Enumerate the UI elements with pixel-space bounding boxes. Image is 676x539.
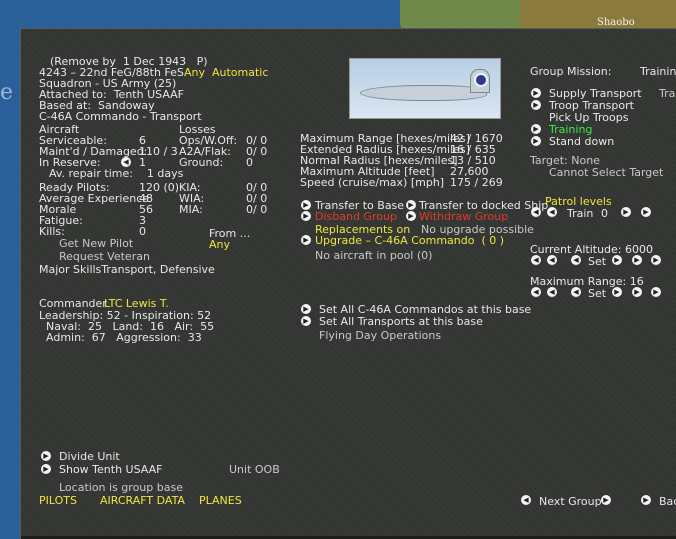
map-text-fragment: e (0, 80, 14, 105)
aircraft-pool-note: No aircraft in pool (0) (315, 249, 433, 262)
range-increase-icon[interactable]: ▶ (612, 287, 622, 297)
train-min-icon[interactable]: ◀ (531, 207, 541, 217)
aircraft-type: C-46A Commando - Transport (39, 110, 202, 123)
altitude-increase-icon[interactable]: ▶ (612, 255, 622, 265)
speed-value: 175 / 269 (450, 176, 503, 189)
range-decrease-icon[interactable]: ◀ (571, 287, 581, 297)
patrol-levels-label: Patrol levels (545, 195, 612, 208)
loss-label: Ground: (179, 156, 224, 169)
next-group-button[interactable]: Next Group (539, 496, 602, 507)
commander-label: Commander (39, 297, 107, 310)
arrow-icon: ▶ (301, 200, 311, 210)
arrow-icon: ▶ (406, 211, 416, 221)
set-all-transports-button[interactable]: Set All Transports at this base (319, 316, 483, 327)
mission-extra: Tra (659, 87, 676, 100)
arrow-icon: ▶ (301, 304, 311, 314)
altitude-set-button[interactable]: Set (588, 256, 606, 267)
divide-unit-button[interactable]: Divide Unit (59, 451, 120, 462)
train-max-icon[interactable]: ▶ (641, 207, 651, 217)
loss-value: 0 (246, 156, 253, 169)
altitude-increase-big-icon[interactable]: ▶ (632, 255, 642, 265)
arrow-icon: ▶ (531, 124, 541, 134)
train-label: Train (567, 207, 594, 220)
unit-mode[interactable]: Any Automatic (184, 67, 268, 78)
repair-time: Av. repair time: 1 days (49, 167, 184, 180)
train-decrease-icon[interactable]: ◀ (547, 207, 557, 217)
mission-supply-transport[interactable]: Supply Transport (549, 88, 642, 99)
previous-group-icon[interactable]: ◀ (521, 495, 531, 505)
current-mission: Training (640, 65, 676, 78)
range-min-icon[interactable]: ◀ (531, 287, 541, 297)
casualty-value: 0/ 0 (246, 203, 268, 216)
flying-day-operations-button[interactable]: Flying Day Operations (319, 330, 441, 341)
disband-group-button[interactable]: Disband Group (315, 211, 397, 222)
pilots-link[interactable]: PILOTS (39, 495, 77, 506)
mission-troop-transport[interactable]: Troop Transport (549, 100, 634, 111)
roundel-icon (474, 73, 488, 87)
major-skills: Major SkillsTransport, Defensive (39, 263, 215, 276)
location-note: Location is group base (59, 481, 183, 494)
mission-training[interactable]: Training (549, 124, 592, 135)
casualty-label: MIA: (179, 203, 203, 216)
pilot-stat-label: Kills: (39, 225, 65, 238)
aircraft-image (349, 58, 501, 119)
commander-admin: Admin: 67 Aggression: 33 (46, 331, 202, 344)
train-increase-icon[interactable]: ▶ (621, 207, 631, 217)
unit-oob-button[interactable]: Unit OOB (229, 464, 280, 475)
range-max-icon[interactable]: ▶ (651, 287, 661, 297)
speed-label: Speed (cruise/max) [mph] (300, 176, 445, 189)
arrow-icon: ▶ (531, 100, 541, 110)
planes-link[interactable]: PLANES (199, 495, 242, 506)
arrow-icon: ▶ (301, 235, 311, 245)
arrow-icon: ▶ (641, 495, 651, 505)
max-range-setting: Maximum Range: 16 (530, 275, 644, 288)
reserve-decrease-icon[interactable]: ◀ (121, 157, 131, 167)
range-increase-big-icon[interactable]: ▶ (632, 287, 642, 297)
altitude-decrease-icon[interactable]: ◀ (571, 255, 581, 265)
request-veteran-button[interactable]: Request Veteran (59, 251, 150, 262)
train-value: 0 (601, 207, 608, 220)
altitude-min-icon[interactable]: ◀ (531, 255, 541, 265)
cannot-select-target: Cannot Select Target (549, 166, 664, 179)
show-hq-button[interactable]: Show Tenth USAAF (59, 464, 162, 475)
arrow-icon: ▶ (41, 464, 51, 474)
arrow-icon: ▶ (301, 316, 311, 326)
arrow-icon: ▶ (531, 88, 541, 98)
arrow-icon: ▶ (531, 136, 541, 146)
altitude-max-icon[interactable]: ▶ (651, 255, 661, 265)
group-mission-label: Group Mission: (530, 65, 612, 78)
next-group-icon[interactable]: ▶ (601, 495, 611, 505)
back-button[interactable]: Back (659, 496, 676, 507)
arrow-icon: ▶ (301, 211, 311, 221)
withdraw-group-button[interactable]: Withdraw Group (419, 211, 508, 222)
altitude-decrease-big-icon[interactable]: ◀ (547, 255, 557, 265)
get-new-pilot-button[interactable]: Get New Pilot (59, 238, 133, 249)
air-group-panel: (Remove by 1 Dec 1943 P) 4243 – 22nd FeG… (20, 28, 676, 539)
plane-fuselage (360, 85, 487, 101)
target-label: Target: None (530, 154, 600, 167)
upgrade-button[interactable]: Upgrade – C-46A Commando ( 0 ) (315, 235, 504, 246)
map-city-label: Shaobo (597, 17, 635, 28)
aircraft-data-link[interactable]: AIRCRAFT DATA (100, 495, 185, 506)
range-set-button[interactable]: Set (588, 288, 606, 299)
mission-pick-up-troops[interactable]: Pick Up Troops (549, 112, 628, 123)
arrow-icon: ▶ (41, 451, 51, 461)
commander-name-link[interactable]: LTC Lewis T. (104, 298, 169, 309)
arrow-icon: ▶ (406, 200, 416, 210)
current-altitude: Current Altitude: 6000 (530, 243, 653, 256)
set-all-type-button[interactable]: Set All C-46A Commandos at this base (319, 304, 531, 315)
pilot-source-select[interactable]: Any (209, 239, 230, 250)
mission-stand-down[interactable]: Stand down (549, 136, 614, 147)
range-decrease-big-icon[interactable]: ◀ (547, 287, 557, 297)
pilot-stat-value: 0 (139, 225, 146, 238)
